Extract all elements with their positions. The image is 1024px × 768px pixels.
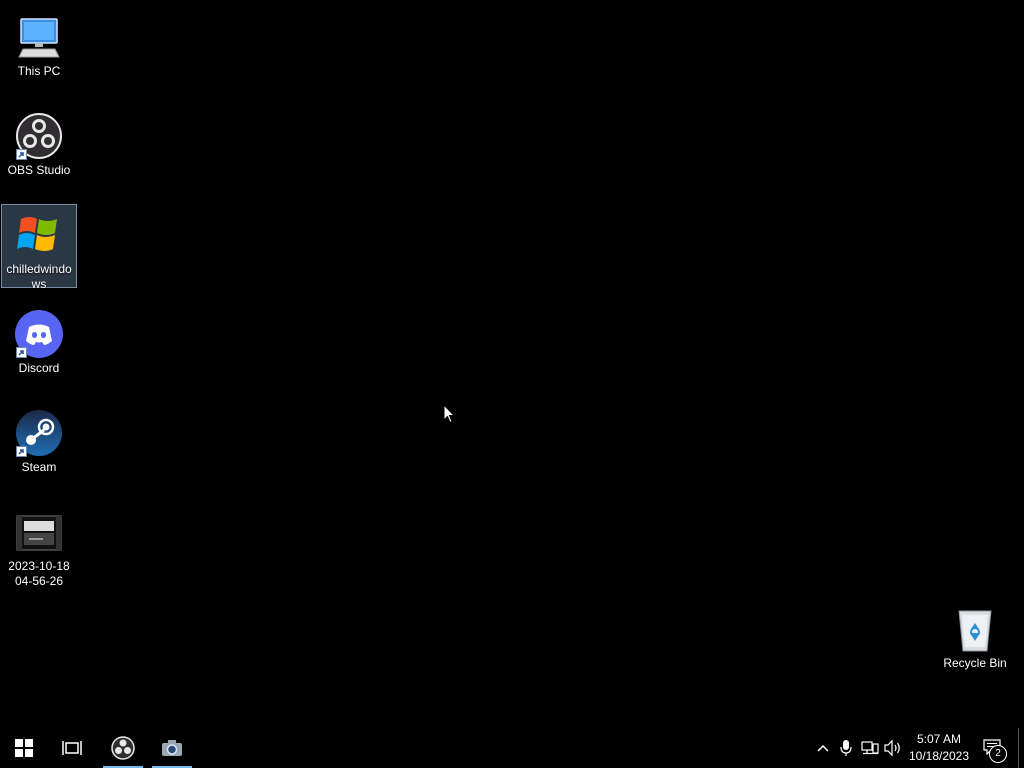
mouse-cursor-icon: [443, 403, 456, 429]
desktop-icon-obs-studio[interactable]: OBS Studio: [1, 105, 77, 179]
desktop-icon-recycle-bin[interactable]: Recycle Bin: [937, 598, 1013, 672]
taskbar-obs-button[interactable]: [103, 728, 143, 768]
desktop-icon-label: Discord: [18, 361, 60, 375]
desktop-icon-video-file[interactable]: 2023-10-18 04-56-26: [1, 501, 77, 590]
desktop-icon-label: 2023-10-18 04-56-26: [8, 559, 70, 588]
windows-start-icon: [15, 739, 33, 757]
taskbar-camera-button[interactable]: [152, 728, 192, 768]
recycle-bin-icon: [951, 605, 999, 653]
start-button[interactable]: [0, 728, 48, 768]
desktop-icon-label: Steam: [21, 460, 57, 474]
network-button[interactable]: [860, 738, 880, 758]
obs-icon: [111, 736, 135, 760]
desktop-icon-label: This PC: [17, 64, 61, 78]
desktop-icon-label: Recycle Bin: [943, 656, 1007, 670]
clock[interactable]: 5:07 AM 10/18/2023: [904, 731, 974, 765]
steam-icon: [15, 409, 63, 457]
volume-icon: [884, 740, 900, 756]
desktop[interactable]: This PC OBS Studio chilledwindows Discor…: [0, 0, 1024, 728]
microphone-icon: [840, 740, 852, 756]
clock-date: 10/18/2023: [908, 749, 970, 763]
computer-icon: [15, 13, 63, 61]
show-desktop-button[interactable]: [1018, 728, 1019, 768]
show-hidden-icons-button[interactable]: [813, 738, 833, 758]
windows-xp-logo-icon: [15, 211, 63, 259]
obs-icon: [15, 112, 63, 160]
shortcut-arrow-icon: [16, 446, 27, 457]
desktop-icon-discord[interactable]: Discord: [1, 303, 77, 377]
microphone-button[interactable]: [836, 738, 856, 758]
taskbar: 5:07 AM 10/18/2023: [0, 728, 1024, 768]
notification-count-badge: 2: [989, 745, 1007, 763]
camera-icon: [162, 740, 182, 756]
desktop-icon-steam[interactable]: Steam: [1, 402, 77, 476]
video-file-icon: [15, 508, 63, 556]
volume-button[interactable]: [883, 738, 903, 758]
task-view-icon: [62, 741, 82, 755]
desktop-icon-label: chilledwindows: [6, 262, 72, 291]
desktop-icon-this-pc[interactable]: This PC: [1, 6, 77, 80]
discord-icon: [15, 310, 63, 358]
clock-time: 5:07 AM: [916, 732, 962, 746]
chevron-up-icon: [817, 744, 829, 752]
task-view-button[interactable]: [48, 728, 96, 768]
shortcut-arrow-icon: [16, 347, 27, 358]
shortcut-arrow-icon: [16, 149, 27, 160]
network-icon: [861, 741, 879, 755]
desktop-icon-chilledwindows[interactable]: chilledwindows: [1, 204, 77, 291]
desktop-icon-label: OBS Studio: [7, 163, 71, 177]
